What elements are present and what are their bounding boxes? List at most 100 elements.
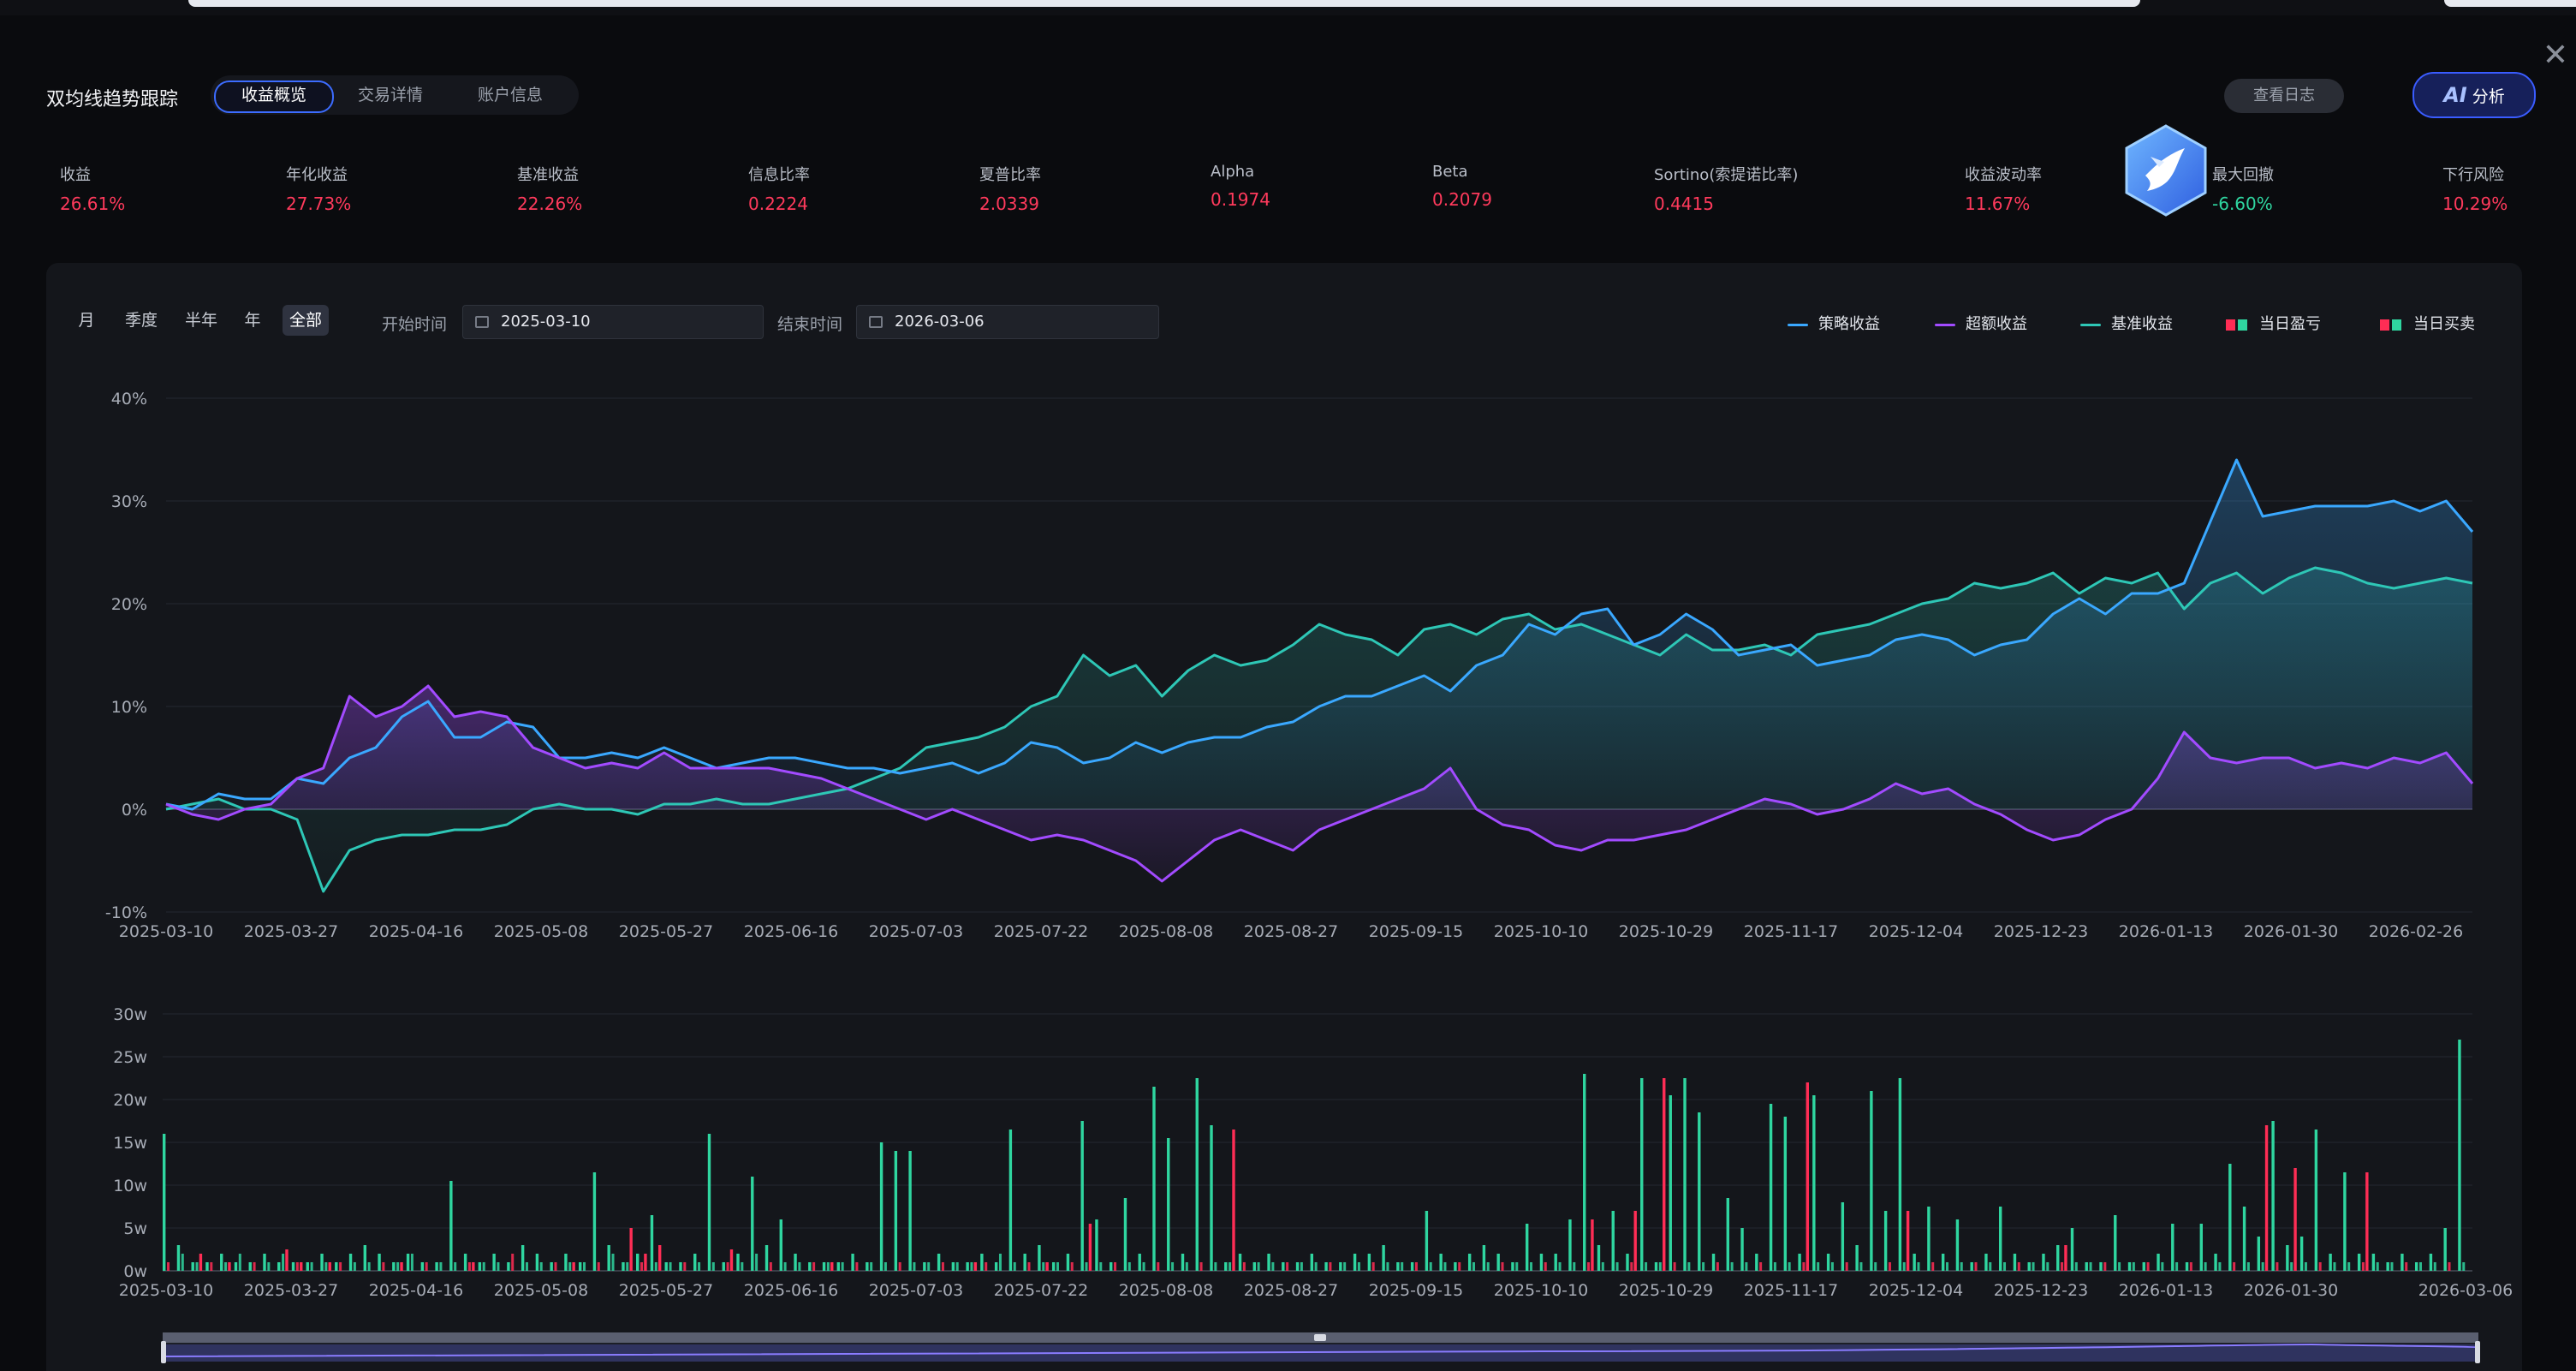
bar-daily-pnl	[1224, 1262, 1228, 1271]
x-tick-label: 2025-03-10	[119, 1281, 213, 1300]
y-tick-label: 20w	[113, 1091, 147, 1110]
bar-daily-loss	[644, 1254, 647, 1271]
bar-daily-pnl	[1539, 1254, 1544, 1271]
bar-daily-pnl	[822, 1262, 826, 1271]
bar-daily-trades	[511, 1254, 515, 1271]
bar-daily-trades	[2189, 1262, 2192, 1271]
bar-daily-pnl	[521, 1245, 525, 1271]
bar-daily-trades	[1917, 1262, 1920, 1271]
bar-daily-pnl	[1798, 1254, 1801, 1271]
bar-daily-pnl	[1626, 1254, 1629, 1271]
bar-daily-pnl	[1812, 1095, 1816, 1271]
bar-daily-trades	[2418, 1262, 2422, 1271]
bar-daily-trades	[2233, 1262, 2236, 1271]
bar-daily-loss	[2264, 1125, 2269, 1271]
x-tick-label: 2025-12-23	[1994, 922, 2088, 941]
bar-daily-trades	[1085, 1262, 1088, 1271]
bar-daily-pnl	[1955, 1219, 1960, 1271]
x-tick-label: 2025-05-08	[494, 1281, 588, 1300]
bar-daily-pnl	[420, 1262, 425, 1271]
bar-daily-trades	[525, 1262, 528, 1271]
zoom-grip-icon	[1314, 1334, 1326, 1341]
x-tick-label: 2025-03-27	[244, 1281, 338, 1300]
x-tick-label: 2025-04-16	[369, 1281, 463, 1300]
bar-daily-pnl	[1755, 1254, 1758, 1271]
bar-daily-pnl	[994, 1262, 998, 1271]
bar-daily-trades	[1185, 1262, 1188, 1271]
bar-daily-trades	[597, 1262, 600, 1271]
bar-daily-pnl	[378, 1254, 381, 1271]
bar-daily-pnl	[693, 1254, 697, 1271]
bar-daily-pnl	[449, 1181, 453, 1271]
bar-daily-trades	[2132, 1262, 2135, 1271]
bar-daily-trades	[1070, 1262, 1074, 1271]
bar-daily-loss	[1633, 1211, 1637, 1271]
bar-daily-pnl	[1238, 1254, 1242, 1271]
x-tick-label: 2025-05-08	[494, 922, 588, 941]
bar-daily-pnl	[966, 1262, 969, 1271]
bar-daily-pnl	[176, 1245, 181, 1271]
bar-daily-pnl	[1998, 1207, 2002, 1271]
bar-daily-trades	[2261, 1262, 2264, 1271]
bar-daily-pnl	[463, 1254, 467, 1271]
bar-daily-trades	[1601, 1262, 1604, 1271]
bar-daily-pnl	[1425, 1211, 1429, 1271]
bar-daily-trades	[2089, 1262, 2092, 1271]
bar-daily-pnl	[1525, 1224, 1529, 1271]
x-tick-label: 2025-11-17	[1744, 922, 1838, 941]
bar-daily-trades	[1830, 1262, 1834, 1271]
bar-daily-pnl	[764, 1245, 769, 1271]
bar-daily-pnl	[1611, 1211, 1615, 1271]
bar-daily-trades	[2318, 1262, 2322, 1271]
bar-daily-trades	[1027, 1262, 1031, 1271]
bar-daily-trades	[1702, 1262, 1705, 1271]
bar-daily-trades	[1300, 1262, 1303, 1271]
bar-daily-trades	[1343, 1262, 1347, 1271]
bar-daily-trades	[626, 1262, 629, 1271]
x-tick-label: 2026-03-06	[2418, 1281, 2513, 1300]
bar-daily-trades	[554, 1262, 557, 1271]
bar-daily-loss	[572, 1262, 575, 1271]
bar-daily-pnl	[751, 1177, 754, 1271]
bar-daily-trades	[898, 1262, 901, 1271]
bar-daily-pnl	[2214, 1254, 2217, 1271]
bar-daily-trades	[1142, 1262, 1145, 1271]
bar-daily-pnl	[191, 1262, 194, 1271]
bar-daily-pnl	[1927, 1207, 1931, 1271]
bar-daily-pnl	[1252, 1262, 1256, 1271]
bar-daily-trades	[1443, 1262, 1447, 1271]
bar-daily-trades	[1271, 1262, 1275, 1271]
bar-daily-pnl	[2414, 1262, 2418, 1271]
bar-daily-trades	[1458, 1262, 1461, 1271]
bar-daily-trades	[1931, 1262, 1935, 1271]
bar-daily-trades	[210, 1262, 213, 1271]
bar-daily-pnl	[2371, 1254, 2376, 1271]
bar-daily-trades	[1587, 1262, 1591, 1271]
y-tick-label: 0w	[123, 1262, 147, 1281]
bar-daily-trades	[1314, 1262, 1318, 1271]
bar-daily-pnl	[1138, 1254, 1141, 1271]
bar-daily-trades	[1386, 1262, 1389, 1271]
bar-daily-trades	[2204, 1262, 2207, 1271]
bar-daily-pnl	[1008, 1130, 1013, 1271]
returns-chart[interactable]: 40% 30% 20% 10% 0% -10% 2025-03-10 2025-03-27 2…	[0, 0, 2576, 1371]
bar-daily-trades	[454, 1262, 457, 1271]
bar-daily-pnl	[2142, 1262, 2145, 1271]
bar-daily-trades	[1558, 1262, 1562, 1271]
bar-daily-trades	[1429, 1262, 1432, 1271]
bar-daily-trades	[1214, 1262, 1217, 1271]
bar-daily-trades	[1615, 1262, 1619, 1271]
bar-daily-trades	[698, 1262, 701, 1271]
bar-daily-trades	[396, 1262, 400, 1271]
bar-daily-pnl	[836, 1262, 841, 1271]
bar-daily-trades	[1486, 1262, 1490, 1271]
bar-daily-trades	[998, 1254, 1002, 1271]
bar-daily-pnl	[163, 1134, 166, 1271]
bar-daily-trades	[1874, 1262, 1877, 1271]
bar-daily-pnl	[205, 1262, 209, 1271]
bar-daily-trades	[2074, 1262, 2078, 1271]
bar-daily-pnl	[1439, 1254, 1443, 1271]
bar-daily-trades	[1716, 1262, 1719, 1271]
bar-daily-pnl	[348, 1254, 353, 1271]
zoom-handle-left	[161, 1341, 166, 1363]
